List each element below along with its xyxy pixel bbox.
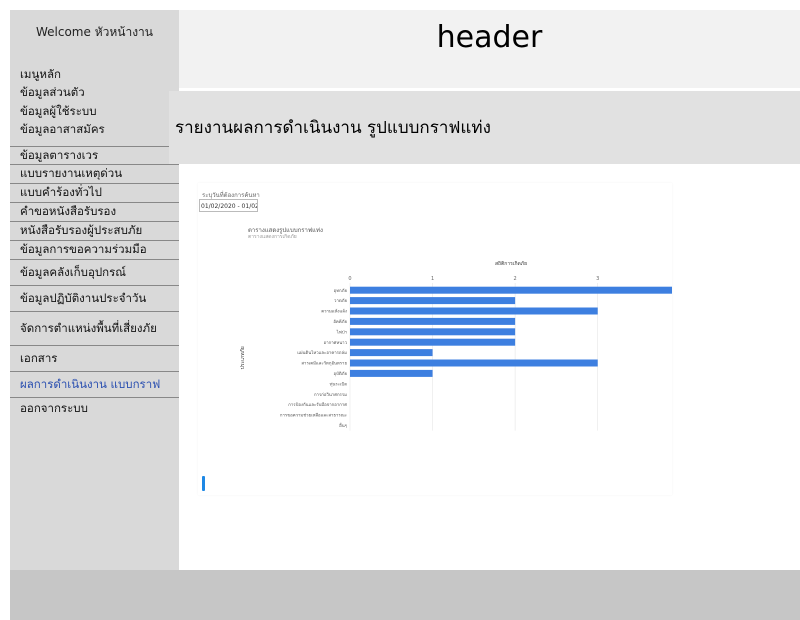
category-label: แผ่นดินไหวและอาคารถล่ม <box>297 350 347 356</box>
x-axis-title: สถิติการเกิดภัย <box>495 260 527 267</box>
y-axis-title: ประเภทภัย <box>240 346 246 369</box>
category-label: ทุ่นระเบิด <box>330 381 348 387</box>
scroll-indicator[interactable] <box>202 476 205 491</box>
menu-equipment-store[interactable]: ข้อมูลคลังเก็บอุปกรณ์ <box>10 260 179 286</box>
x-tick-label: 2 <box>514 276 517 282</box>
category-label: อุทกภัย <box>334 288 348 294</box>
menu-victim-certificate[interactable]: หนังสือรับรองผู้ประสบภัย <box>10 222 179 241</box>
data-bar <box>350 286 672 294</box>
x-tick-label: 1 <box>431 276 434 282</box>
menu-volunteers[interactable]: ข้อมูลอาสาสมัคร <box>20 121 105 139</box>
category-label: อากาศหนาว <box>324 340 348 346</box>
date-range-input[interactable]: 01/02/2020 - 01/02/2020 <box>199 199 258 212</box>
category-label: ไฟป่า <box>336 329 347 335</box>
data-bar <box>350 349 433 357</box>
data-bar <box>350 328 516 336</box>
data-bar <box>350 359 598 367</box>
header-band: header <box>179 10 800 88</box>
category-label: การขอความช่วยเหลือและสาธารณะ <box>280 413 347 419</box>
menu-certificate-request[interactable]: คำขอหนังสือรับรอง <box>10 203 179 222</box>
page-header: header <box>436 20 543 55</box>
category-label: วาตภัย <box>334 298 347 304</box>
menu-profile[interactable]: ข้อมูลส่วนตัว <box>20 84 85 102</box>
data-bar <box>350 297 516 305</box>
welcome-text: Welcome หัวหน้างาน <box>35 25 153 39</box>
menu-users[interactable]: ข้อมูลผู้ใช้ระบบ <box>20 103 97 121</box>
menu-daily-operations[interactable]: ข้อมูลปฏิบัติงานประจำวัน <box>10 286 179 312</box>
x-tick-label: 3 <box>596 276 599 282</box>
bar-chart: สถิติการเกิดภัย 0 1 2 3 ประเภทภัย อุทกภัยวาตภั… <box>240 260 672 431</box>
menu-risk-areas[interactable]: จัดการตำแหน่งพื้นที่เสี่ยงภัย <box>10 312 179 346</box>
x-tick-label: 0 <box>348 276 351 282</box>
footer-bar <box>10 570 800 620</box>
category-label: ความแห้งแล้ง <box>321 309 347 315</box>
data-bar <box>350 307 598 315</box>
data-bar <box>350 369 433 377</box>
menu-documents[interactable]: เอกสาร <box>10 346 179 372</box>
chart-subtitle: ตารางแสดงการเกิดภัย <box>248 234 297 240</box>
category-label: การก่อวินาศกรรม <box>314 392 347 398</box>
menu-cooperation-request[interactable]: ข้อมูลการขอความร่วมมือ <box>10 241 179 260</box>
report-title: รายงานผลการดำเนินงาน รูปแบบกราฟแท่ง <box>175 118 491 138</box>
category-label: อุบัติภัย <box>334 371 348 377</box>
category-label: อัคคีภัย <box>333 319 347 325</box>
menu-emergency-report[interactable]: แบบรายงานเหตุด่วน <box>10 165 179 184</box>
category-label: สารเคมีและวัตถุอันตราย <box>301 361 347 367</box>
menu-main[interactable]: เมนูหลัก <box>20 66 61 84</box>
category-label: อื่นๆ <box>339 422 347 429</box>
sidebar: Welcome หัวหน้างาน เมนูหลัก ข้อมูลส่วนตั… <box>10 10 179 570</box>
menu-performance-graph[interactable]: ผลการดำเนินงาน แบบกราฟ <box>10 372 179 398</box>
category-label: การป้องกันและรับมือจากอากาศ <box>288 402 347 408</box>
menu-general-request[interactable]: แบบคำร้องทั่วไป <box>10 184 179 203</box>
data-bar <box>350 317 516 325</box>
menu-duty-schedule[interactable]: ข้อมูลตารางเวร <box>10 146 179 165</box>
data-bar <box>350 338 516 346</box>
menu-logout[interactable]: ออกจากระบบ <box>10 398 179 420</box>
